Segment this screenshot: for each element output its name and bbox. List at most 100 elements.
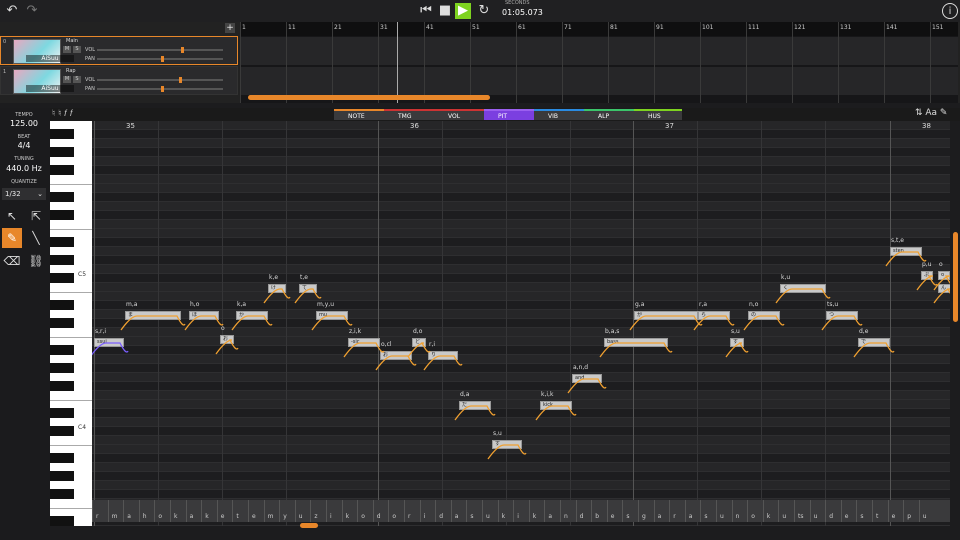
pitch-segment[interactable] [423,355,463,371]
select-tool-icon[interactable]: ↖ [2,206,22,226]
phoneme-label[interactable]: u [299,513,303,520]
phoneme-label[interactable]: p [907,513,911,520]
tab-vib[interactable]: VIB [534,109,584,120]
roll-scrollbar[interactable] [300,523,318,528]
tab-hus[interactable]: HUS [634,109,682,120]
phoneme-label[interactable]: i [517,513,519,520]
black-key[interactable] [50,363,74,373]
piano-roll[interactable]: 35 36 37 38 s,r,i ssui m,a ま h,o ほ o お k,a か k,e け t,e て m… [92,121,950,526]
pitch-segment[interactable] [343,342,385,358]
phoneme-label[interactable]: s [626,513,629,520]
phoneme-label[interactable]: a [548,513,552,520]
track-rap[interactable]: 1 AiSuu Rap M S VOL PAN [0,66,238,95]
black-key[interactable] [50,273,74,283]
pitch-segment[interactable] [215,339,239,355]
phoneme-label[interactable]: a [127,513,131,520]
pitch-segment[interactable] [933,288,950,304]
pitch-segment[interactable] [916,275,938,291]
pitch-segment[interactable] [599,342,673,358]
link-tool-icon[interactable]: ⛓ [26,251,46,271]
timeline-scrollbar[interactable] [248,95,490,100]
pitch-segment[interactable] [885,251,927,267]
pitch-segment[interactable] [294,288,322,304]
pitch-segment[interactable] [454,405,496,421]
black-key[interactable] [50,408,74,418]
phoneme-label[interactable]: g [642,513,646,520]
pitch-curve[interactable] [92,121,950,526]
piano-keyboard[interactable]: C5 C4 [50,121,92,526]
pan-slider[interactable] [97,86,223,92]
pitch-segment[interactable] [775,288,831,304]
phoneme-label[interactable]: u [923,513,927,520]
track-main[interactable]: 0 AiSuu Main M S VOL PAN [0,36,238,65]
phoneme-label[interactable]: s [704,513,707,520]
phoneme-label[interactable]: k [502,513,505,520]
phoneme-label[interactable]: ts [798,513,803,520]
pitch-segment[interactable] [375,355,417,371]
tab-vol[interactable]: VOL [434,109,484,120]
pitch-segment[interactable] [725,342,749,358]
phoneme-track[interactable]: rmahokaketemyuzikodoridasukikandbesgaras… [92,500,950,522]
phoneme-label[interactable]: s [860,513,863,520]
solo-button[interactable]: S [73,76,81,83]
pitch-segment[interactable] [231,315,273,331]
black-key[interactable] [50,129,74,139]
pitch-segment[interactable] [853,342,895,358]
phoneme-label[interactable]: i [424,513,426,520]
vertical-scrollbar[interactable] [953,232,958,322]
phoneme-label[interactable]: a [689,513,693,520]
black-key[interactable] [50,210,74,220]
mute-button[interactable]: M [63,76,71,83]
skip-back-icon[interactable]: ⏮ [418,3,434,19]
black-key[interactable] [50,255,74,265]
phoneme-label[interactable]: u [486,513,490,520]
phoneme-label[interactable]: a [455,513,459,520]
phoneme-label[interactable]: a [190,513,194,520]
phoneme-label[interactable]: k [346,513,349,520]
black-key[interactable] [50,300,74,310]
tab-pit[interactable]: PIT [484,109,534,120]
phoneme-label[interactable]: e [845,513,849,520]
black-key[interactable] [50,147,74,157]
pitch-segment[interactable] [311,315,353,331]
phoneme-label[interactable]: t [876,513,878,520]
pan-slider[interactable] [97,56,223,62]
pitch-segment[interactable] [263,288,291,304]
phoneme-label[interactable]: s [470,513,473,520]
phoneme-label[interactable]: d [439,513,443,520]
tab-alp[interactable]: ALP [584,109,634,120]
black-key[interactable] [50,165,74,175]
pitch-segment[interactable] [821,315,863,331]
lane-rap[interactable] [240,67,958,95]
tempo-value[interactable]: 125.00 [0,119,48,128]
phoneme-label[interactable]: m [268,513,274,520]
phoneme-label[interactable]: u [814,513,818,520]
pitch-segment[interactable] [693,315,735,331]
edit-tools-icon[interactable]: ♮ ♮ 𝑓 𝑓 [52,109,73,119]
phoneme-label[interactable]: n [564,513,568,520]
phoneme-label[interactable]: o [392,513,396,520]
phoneme-label[interactable]: k [205,513,208,520]
black-key[interactable] [50,471,74,481]
phoneme-label[interactable]: a [658,513,662,520]
settings-icons[interactable]: ⇅ Aa ✎ [915,108,947,118]
phoneme-label[interactable]: o [751,513,755,520]
phoneme-label[interactable]: e [892,513,896,520]
phoneme-label[interactable]: o [158,513,162,520]
black-key[interactable] [50,489,74,499]
black-key[interactable] [50,345,74,355]
phoneme-label[interactable]: u [782,513,786,520]
phoneme-label[interactable]: d [580,513,584,520]
pitch-segment[interactable] [743,315,785,331]
phoneme-label[interactable]: e [221,513,225,520]
phoneme-label[interactable]: r [408,513,410,520]
phoneme-label[interactable]: t [236,513,238,520]
stop-icon[interactable]: ■ [437,3,453,19]
black-key[interactable] [50,426,74,436]
tab-tmg[interactable]: TMG [384,109,434,120]
phoneme-label[interactable]: r [96,513,98,520]
timeline-ruler[interactable]: 1 11 21 31 41 51 61 71 81 91 101 111 121 131 141 151 [240,22,958,36]
phoneme-label[interactable]: k [174,513,177,520]
pitch-segment[interactable] [933,275,950,291]
info-icon[interactable]: i [942,3,958,19]
